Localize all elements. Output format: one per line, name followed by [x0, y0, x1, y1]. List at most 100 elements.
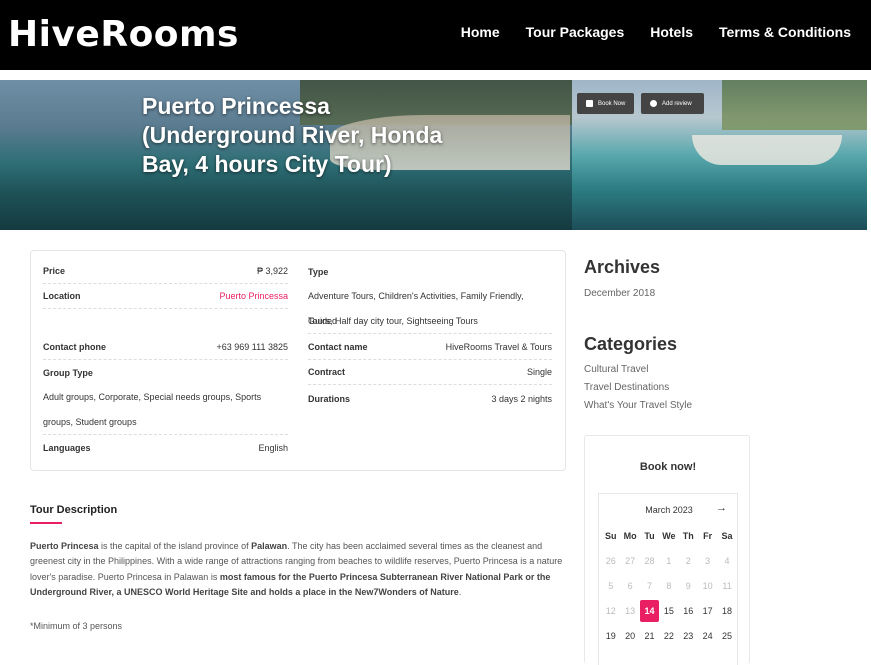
- hero-banner: Puerto Princessa (Underground River, Hon…: [0, 80, 871, 230]
- calendar-day: 7: [646, 581, 652, 591]
- calendar-day: 4: [724, 556, 730, 566]
- price-label: Price: [43, 266, 66, 276]
- calendar-day: 2: [685, 556, 691, 566]
- archive-link[interactable]: December 2018: [584, 288, 655, 299]
- tour-description-heading: Tour Description: [30, 504, 118, 516]
- type-label: Type: [308, 266, 329, 277]
- nav-hotels[interactable]: Hotels: [650, 24, 693, 40]
- tour-description-text: Puerto Princesa is the capital of the is…: [30, 539, 565, 600]
- durations-label: Durations: [308, 393, 351, 404]
- calendar-day: 10: [702, 581, 713, 591]
- calendar-day[interactable]: 23: [679, 624, 698, 649]
- calendar-day[interactable]: 24: [698, 624, 717, 649]
- calendar-day[interactable]: 19: [601, 624, 620, 649]
- archives-heading: Archives: [584, 257, 661, 277]
- calendar-day: 3: [705, 556, 711, 566]
- bookmark-icon: [586, 100, 593, 107]
- calendar-day[interactable]: 18: [717, 599, 736, 624]
- desc-bold-2: Palawan: [251, 541, 288, 551]
- location-row: Location Puerto Princessa: [43, 284, 288, 309]
- tour-info-card: Price ₱ 3,922 Location Puerto Princessa …: [30, 250, 566, 471]
- calendar-day[interactable]: 25: [717, 624, 736, 649]
- price-value: ₱ 3,922: [256, 266, 288, 276]
- location-link[interactable]: Puerto Princessa: [219, 291, 288, 301]
- calendar-day: 11: [722, 581, 732, 591]
- calendar-day: 6: [627, 581, 633, 591]
- tour-title: Puerto Princessa (Underground River, Hon…: [142, 93, 443, 177]
- languages-row: Languages English: [43, 435, 288, 460]
- date-picker: March 2023 → Su Mo Tu We Th Fr Sa 26 27 …: [598, 493, 738, 665]
- calendar-day[interactable]: 22: [659, 624, 678, 649]
- calendar-day[interactable]: 17: [698, 599, 717, 624]
- contact-name-value: HiveRooms Travel & Tours: [445, 342, 552, 352]
- calendar-day: 8: [666, 581, 672, 591]
- dow-mo: Mo: [623, 531, 637, 541]
- calendar-day: 1: [666, 556, 672, 566]
- dow-fr: Fr: [703, 531, 713, 541]
- calendar-day: 5: [608, 581, 614, 591]
- calendar-day[interactable]: 15: [659, 599, 678, 624]
- site-logo[interactable]: HiveRooms: [8, 14, 239, 55]
- book-now-label: Book Now: [598, 100, 626, 107]
- contact-name-row: Contact name HiveRooms Travel & Tours: [308, 335, 552, 360]
- calendar-day[interactable]: 16: [679, 599, 698, 624]
- nav-terms[interactable]: Terms & Conditions: [719, 24, 851, 40]
- categories-heading: Categories: [584, 334, 678, 354]
- calendar-day: 28: [644, 556, 655, 566]
- heading-underline: [30, 522, 62, 524]
- contract-row: Contract Single: [308, 360, 552, 385]
- contact-phone-value: +63 969 111 3825: [216, 342, 289, 352]
- comment-icon: [650, 100, 657, 107]
- calendar-day: 13: [625, 606, 636, 616]
- durations-value: 3 days 2 nights: [491, 393, 552, 404]
- calendar-day[interactable]: 20: [620, 624, 639, 649]
- calendar-grid: Su Mo Tu We Th Fr Sa 26 27 28 1 2 3 4 5 …: [601, 524, 737, 649]
- contract-label: Contract: [308, 367, 346, 377]
- languages-value: English: [258, 442, 288, 453]
- price-row: Price ₱ 3,922: [43, 259, 288, 284]
- next-month-arrow-icon[interactable]: →: [716, 502, 727, 514]
- dow-th: Th: [682, 531, 694, 541]
- calendar-day: 26: [605, 556, 616, 566]
- add-review-button[interactable]: Add review: [641, 93, 704, 114]
- type-value-2: Tours, Half day city tour, Sightseeing T…: [308, 309, 552, 334]
- nav-tour-packages[interactable]: Tour Packages: [526, 24, 625, 40]
- contact-name-label: Contact name: [308, 342, 368, 352]
- calendar-day: 12: [605, 606, 616, 616]
- contact-phone-label: Contact phone: [43, 342, 106, 352]
- category-link-cultural[interactable]: Cultural Travel: [584, 364, 648, 375]
- dow-sa: Sa: [721, 531, 733, 541]
- languages-label: Languages: [43, 442, 91, 453]
- location-label: Location: [43, 291, 81, 301]
- dow-su: Su: [604, 531, 617, 541]
- desc-text-3: .: [458, 586, 462, 597]
- desc-text-1: is the capital of the island province of: [98, 541, 252, 551]
- group-type-value-1: Adult groups, Corporate, Special needs g…: [43, 392, 262, 402]
- category-link-style[interactable]: What's Your Travel Style: [584, 400, 692, 411]
- category-link-destinations[interactable]: Travel Destinations: [584, 382, 669, 393]
- add-review-label: Add review: [662, 100, 692, 107]
- booking-widget: Book now! March 2023 → Su Mo Tu We Th Fr…: [584, 435, 750, 665]
- nav-home[interactable]: Home: [461, 24, 500, 40]
- durations-row: Durations 3 days 2 nights: [308, 386, 552, 411]
- group-type-label: Group Type: [43, 367, 93, 378]
- dow-tu: Tu: [644, 531, 655, 541]
- calendar-day: 9: [685, 581, 691, 591]
- dow-we: We: [662, 531, 676, 541]
- group-type-value-2: groups, Student groups: [43, 410, 288, 435]
- book-now-heading: Book now!: [639, 461, 697, 473]
- group-type-row: Group Type: [43, 360, 288, 385]
- hero-palms: [722, 80, 867, 130]
- type-row: Type: [308, 259, 552, 284]
- top-navbar: HiveRooms Home Tour Packages Hotels Term…: [0, 0, 871, 70]
- contact-phone-row: Contact phone +63 969 111 3825: [43, 335, 288, 360]
- desc-bold-1: Puerto Princesa: [30, 541, 99, 551]
- book-now-button[interactable]: Book Now: [577, 93, 635, 114]
- minimum-persons-note: *Minimum of 3 persons: [30, 621, 123, 631]
- calendar-day[interactable]: 21: [640, 624, 659, 649]
- main-nav: Home Tour Packages Hotels Terms & Condit…: [461, 24, 851, 40]
- hero-boat: [692, 135, 842, 165]
- calendar-day: 27: [625, 556, 636, 566]
- contract-value: Single: [526, 367, 552, 377]
- calendar-day-today[interactable]: 14: [639, 600, 660, 622]
